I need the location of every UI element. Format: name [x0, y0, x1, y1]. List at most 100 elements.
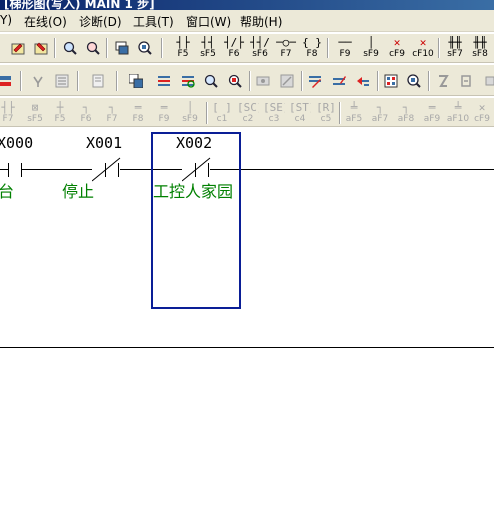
- delete-horizontal-line-button[interactable]: ✕ cF9: [385, 36, 409, 61]
- symbol-button[interactable]: ✕ cF9: [470, 101, 494, 126]
- menu-item-view[interactable]: Y): [0, 13, 12, 27]
- symbol-button[interactable]: ┤├ F7: [0, 101, 20, 126]
- menu-item-help[interactable]: 帮助(H): [240, 13, 282, 30]
- delete-line-icon: ✕: [419, 36, 427, 49]
- key-label: F7: [106, 114, 118, 124]
- symbol-button[interactable]: ═ F9: [152, 101, 176, 126]
- symbol-button[interactable]: ┼ F5: [48, 101, 72, 126]
- symbol-button[interactable]: ═ aF9: [420, 101, 444, 126]
- disabled-button-3[interactable]: [480, 71, 494, 91]
- symbol-button[interactable]: ╧ aF10: [446, 101, 470, 126]
- key-label: cF10: [412, 49, 434, 59]
- contact-no-button[interactable]: ┤├ F5: [171, 36, 195, 61]
- list-button[interactable]: [52, 71, 72, 91]
- contact-comment: 台: [0, 182, 15, 201]
- menu-item-window[interactable]: 窗口(W): [186, 13, 231, 30]
- symbol-button[interactable]: ⊠ sF5: [23, 101, 47, 126]
- symbol-button[interactable]: ┐ F6: [74, 101, 98, 126]
- symbol-icon: ⊠: [31, 101, 39, 114]
- symbol-button[interactable]: [ST] c4: [288, 101, 312, 126]
- menu-bar: Y) 在线(O) 诊断(D) 工具(T) 窗口(W) 帮助(H): [0, 10, 494, 32]
- program-end-line: [0, 347, 494, 348]
- horizontal-line-button[interactable]: ── F9: [333, 36, 357, 61]
- symbol-button[interactable]: [R] c5: [314, 101, 338, 126]
- ladder-icon: [0, 76, 11, 86]
- device-comment-icon: [158, 76, 170, 86]
- horizontal-line-icon: ──: [338, 36, 352, 49]
- symbol-button[interactable]: ┐ aF7: [368, 101, 392, 126]
- vertical-line-button[interactable]: │ sF9: [359, 36, 383, 61]
- delete-vertical-line-button[interactable]: ✕ cF10: [411, 36, 435, 61]
- disabled-icon: [439, 75, 449, 87]
- symbol-button[interactable]: [ ] c1: [210, 101, 234, 126]
- menu-item-diagnostics[interactable]: 诊断(D): [79, 13, 122, 30]
- monitor-start-button[interactable]: [404, 71, 424, 91]
- rung-wire: [210, 169, 494, 170]
- contact-parallel-no-button[interactable]: ┤┤ sF5: [196, 36, 220, 61]
- application-instruction-button[interactable]: { } F8: [300, 36, 324, 61]
- transfer-button[interactable]: [225, 71, 245, 91]
- ladder-editor[interactable]: X000 X001 X002 台 停止 工控人家园: [0, 128, 494, 512]
- symbol-button[interactable]: ┐ aF8: [394, 101, 418, 126]
- zoom-out-icon: [86, 41, 100, 55]
- symbol-button[interactable]: │ sF9: [178, 101, 202, 126]
- device-comment-button[interactable]: [154, 71, 174, 91]
- parameter-button[interactable]: [277, 71, 297, 91]
- settings-button[interactable]: [253, 71, 273, 91]
- menu-item-tools[interactable]: 工具(T): [133, 13, 174, 30]
- toolbar-separator: [54, 38, 56, 58]
- coil-button[interactable]: ─○─ F7: [274, 36, 298, 61]
- symbol-button[interactable]: ═ F8: [126, 101, 150, 126]
- rung-wire: [0, 169, 8, 170]
- symbol-button[interactable]: ┐ F7: [100, 101, 124, 126]
- disabled-button-1[interactable]: [433, 71, 453, 91]
- key-label: c5: [320, 114, 332, 124]
- key-label: aF8: [397, 114, 415, 124]
- arrow-pen-button[interactable]: [353, 71, 373, 91]
- title-bar: [梯形图(写入) MAIN 1 步]: [0, 0, 494, 10]
- menu-item-online[interactable]: 在线(O): [24, 13, 67, 30]
- monitor-icon: [138, 41, 152, 55]
- write-to-plc-button[interactable]: [8, 38, 28, 58]
- read-from-plc-icon: [34, 42, 48, 55]
- ladder-view-button[interactable]: [0, 71, 16, 91]
- symbol-button[interactable]: ╧ aF5: [342, 101, 366, 126]
- search-icon: [204, 74, 218, 88]
- contact-parallel-nc-button[interactable]: ┤┤/ sF6: [248, 36, 272, 61]
- symbol-icon: ┐: [82, 101, 90, 114]
- toolbar-separator: [77, 71, 79, 91]
- toolbar-separator: [20, 71, 22, 91]
- key-label: sF9: [363, 49, 379, 59]
- list-mode-button[interactable]: [88, 71, 108, 91]
- ladder-edit-button[interactable]: [305, 71, 325, 91]
- pen-button[interactable]: [329, 71, 349, 91]
- contact-nc-button[interactable]: ┤/├ F6: [222, 36, 246, 61]
- list-mode-icon: [92, 74, 104, 88]
- comment-button[interactable]: [28, 71, 48, 91]
- symbol-button[interactable]: [SC] c2: [236, 101, 260, 126]
- comment-icon: [33, 76, 43, 87]
- falling-edge-button[interactable]: ╫╫ sF8: [468, 36, 492, 61]
- key-label: cF9: [389, 49, 405, 59]
- read-from-plc-button[interactable]: [31, 38, 51, 58]
- key-label: sF9: [182, 114, 198, 124]
- zoom-in-button[interactable]: [60, 38, 80, 58]
- key-label: sF6: [252, 49, 268, 59]
- zoom-out-button[interactable]: [83, 38, 103, 58]
- coil-icon: ─○─: [276, 36, 296, 49]
- list-icon: [55, 74, 69, 88]
- key-label: aF5: [345, 114, 363, 124]
- rising-edge-button[interactable]: ╫╫ sF7: [443, 36, 467, 61]
- device-search-button[interactable]: [112, 38, 132, 58]
- key-label: sF5: [27, 114, 43, 124]
- monitor-button[interactable]: [135, 38, 155, 58]
- search-button[interactable]: [201, 71, 221, 91]
- find-button[interactable]: [178, 71, 198, 91]
- disabled-button-2[interactable]: [456, 71, 476, 91]
- toolbar-ladder-symbols: ┤├ F7 ⊠ sF5 ┼ F5 ┐ F6 ┐ F7 ═ F8 ═ F9 │ s: [0, 97, 494, 127]
- grid-button[interactable]: [381, 71, 401, 91]
- symbol-button[interactable]: [SE] c3: [262, 101, 286, 126]
- symbol-icon: [ ]: [212, 101, 232, 114]
- symbol-icon: │: [186, 101, 194, 114]
- copy-button[interactable]: [126, 71, 146, 91]
